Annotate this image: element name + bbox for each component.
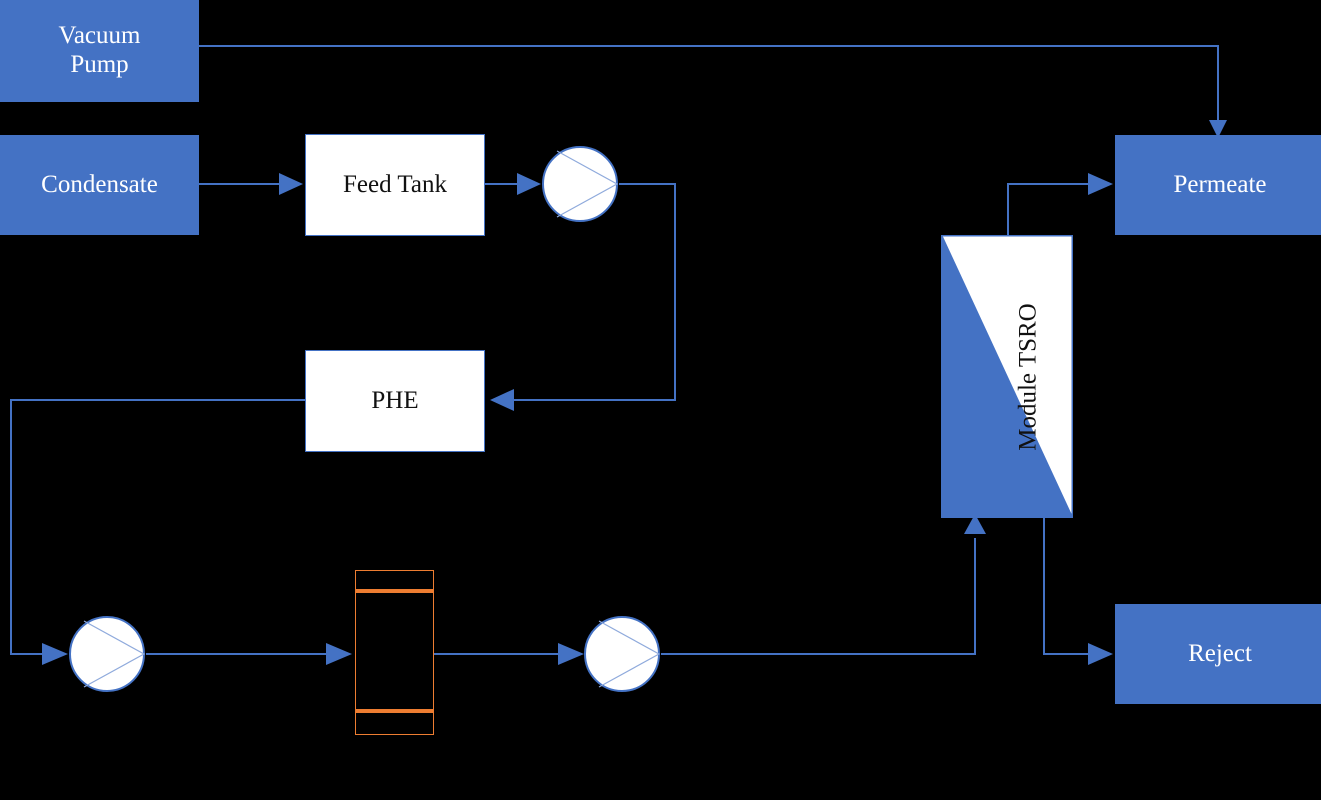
- recirculation-pump-symbol[interactable]: [68, 615, 146, 693]
- feed-tank-label: Feed Tank: [342, 170, 448, 198]
- pump-icon: [542, 146, 619, 222]
- pump-icon: [584, 616, 661, 692]
- wire-phe-to-recirc-pump: [10, 399, 305, 665]
- module-tsro-graphic: [941, 235, 1073, 518]
- permeate-box[interactable]: Permeate: [1115, 135, 1321, 235]
- phe-box[interactable]: PHE: [305, 350, 485, 452]
- wire-hp-pump-to-module-tsro: [661, 514, 986, 655]
- vacuum-pump-box[interactable]: Vacuum Pump: [0, 0, 199, 102]
- vacuum-pump-label-line2: Pump: [70, 51, 129, 78]
- wire-recirc-pump-to-cartridge-filter: [146, 643, 352, 665]
- wire-condensate-to-feed-tank: [199, 173, 303, 195]
- wire-feed-tank-to-feed-pump: [485, 173, 541, 195]
- module-tsro-shape[interactable]: Module TSRO: [941, 235, 1073, 518]
- high-pressure-pump-symbol[interactable]: [583, 615, 661, 693]
- permeate-label: Permeate: [1173, 170, 1267, 198]
- reject-box[interactable]: Reject: [1115, 604, 1321, 704]
- condensate-box[interactable]: Condensate: [0, 135, 199, 235]
- wire-cartridge-filter-to-hp-pump: [434, 643, 584, 665]
- process-flow-diagram: Vacuum Pump Condensate Feed Tank PHE Per…: [0, 0, 1321, 800]
- vessel-lower-plate: [356, 709, 433, 713]
- wire-module-tsro-to-reject: [1043, 518, 1113, 665]
- feed-pump-symbol[interactable]: [541, 145, 619, 223]
- reject-label: Reject: [1188, 639, 1252, 667]
- pump-icon: [69, 616, 146, 692]
- vacuum-pump-label-line1: Vacuum: [58, 22, 141, 50]
- feed-tank-box[interactable]: Feed Tank: [305, 134, 485, 236]
- wire-module-tsro-to-permeate: [1007, 173, 1113, 235]
- phe-label: PHE: [371, 386, 419, 414]
- vessel-upper-plate: [356, 589, 433, 593]
- wire-vacuum-pump-to-permeate: [199, 45, 1227, 138]
- cartridge-filter-vessel[interactable]: [355, 570, 434, 735]
- condensate-label: Condensate: [41, 170, 158, 198]
